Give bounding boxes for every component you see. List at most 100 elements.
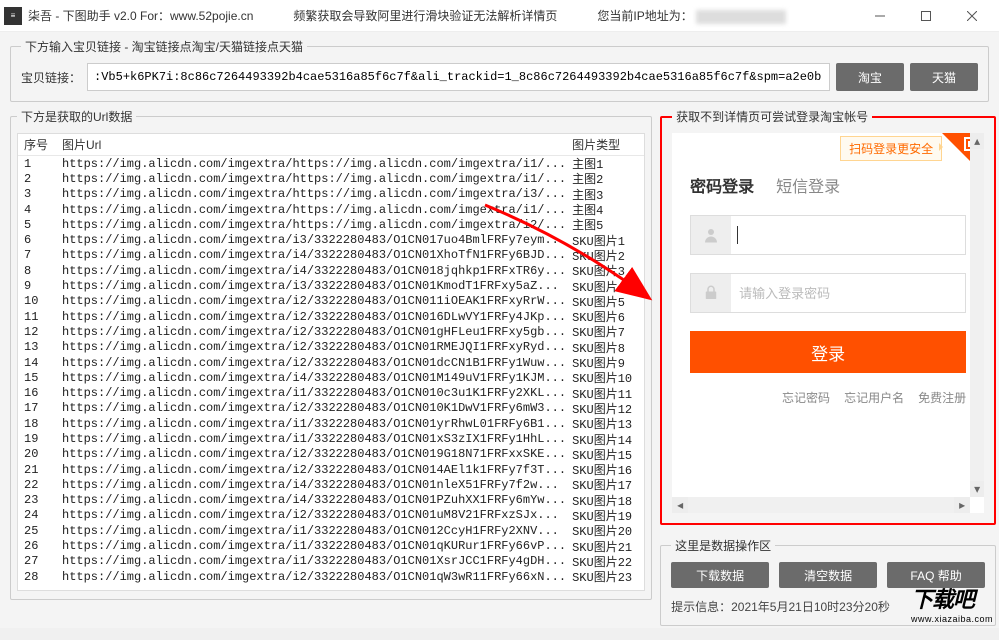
scroll-left-icon[interactable]: ◂	[672, 497, 688, 513]
table-row[interactable]: 16https://img.alicdn.com/imgextra/i1/332…	[18, 385, 644, 400]
table-row[interactable]: 22https://img.alicdn.com/imgextra/i4/332…	[18, 477, 644, 492]
minimize-button[interactable]	[857, 0, 903, 31]
cell-url: https://img.alicdn.com/imgextra/i4/33222…	[56, 493, 566, 507]
tmall-button[interactable]: 天猫	[910, 63, 978, 91]
cell-url: https://img.alicdn.com/imgextra/i2/33222…	[56, 463, 566, 477]
cell-idx: 4	[18, 203, 56, 217]
table-row[interactable]: 14https://img.alicdn.com/imgextra/i2/332…	[18, 355, 644, 370]
maximize-button[interactable]	[903, 0, 949, 31]
cell-url: https://img.alicdn.com/imgextra/i4/33222…	[56, 248, 566, 262]
cell-url: https://img.alicdn.com/imgextra/i2/33222…	[56, 340, 566, 354]
cell-idx: 28	[18, 570, 56, 584]
table-row[interactable]: 28https://img.alicdn.com/imgextra/i2/332…	[18, 569, 644, 584]
cell-idx: 26	[18, 539, 56, 553]
table-row[interactable]: 11https://img.alicdn.com/imgextra/i2/332…	[18, 309, 644, 324]
cell-url: https://img.alicdn.com/imgextra/i2/33222…	[56, 310, 566, 324]
qr-tip: 扫码登录更安全	[840, 136, 942, 161]
close-button[interactable]	[949, 0, 995, 31]
cell-idx: 3	[18, 187, 56, 201]
login-horizontal-scrollbar[interactable]: ◂ ▸	[672, 497, 970, 513]
table-body[interactable]: 1https://img.alicdn.com/imgextra/https:/…	[18, 156, 644, 590]
ip-label: 您当前IP地址为：	[597, 9, 692, 23]
table-row[interactable]: 20https://img.alicdn.com/imgextra/i2/332…	[18, 447, 644, 462]
table-row[interactable]: 21https://img.alicdn.com/imgextra/i2/332…	[18, 462, 644, 477]
cell-idx: 5	[18, 218, 56, 232]
cell-url: https://img.alicdn.com/imgextra/i3/33222…	[56, 279, 566, 293]
cell-idx: 10	[18, 294, 56, 308]
table-row[interactable]: 24https://img.alicdn.com/imgextra/i2/332…	[18, 508, 644, 523]
link-label: 宝贝链接：	[21, 69, 81, 86]
table-row[interactable]: 2https://img.alicdn.com/imgextra/https:/…	[18, 171, 644, 186]
cell-url: https://img.alicdn.com/imgextra/i3/33222…	[56, 233, 566, 247]
table-row[interactable]: 12https://img.alicdn.com/imgextra/i2/332…	[18, 324, 644, 339]
table-header: 序号 图片Url 图片类型	[18, 134, 644, 156]
username-input[interactable]	[738, 216, 965, 254]
table-row[interactable]: 4https://img.alicdn.com/imgextra/https:/…	[18, 202, 644, 217]
ip-value-blurred	[696, 10, 786, 24]
table-row[interactable]: 8https://img.alicdn.com/imgextra/i4/3322…	[18, 263, 644, 278]
hint-value: 2021年5月21日10时23分20秒	[731, 600, 890, 614]
minimize-icon	[875, 11, 885, 21]
watermark: 下载吧 www.xiazaiba.com	[911, 582, 993, 624]
qr-badge: 扫码登录更安全	[840, 133, 984, 175]
tab-password-login[interactable]: 密码登录	[690, 173, 754, 197]
app-icon: ≡	[4, 7, 22, 25]
link-input[interactable]	[87, 63, 830, 91]
cell-type: SKU图片23	[566, 568, 644, 585]
table-row[interactable]: 25https://img.alicdn.com/imgextra/i1/332…	[18, 523, 644, 538]
lock-icon	[691, 274, 731, 312]
ops-legend: 这里是数据操作区	[671, 537, 775, 554]
table-row[interactable]: 5https://img.alicdn.com/imgextra/https:/…	[18, 217, 644, 232]
table-row[interactable]: 27https://img.alicdn.com/imgextra/i1/332…	[18, 554, 644, 569]
table-row[interactable]: 15https://img.alicdn.com/imgextra/i4/332…	[18, 370, 644, 385]
watermark-url: www.xiazaiba.com	[911, 614, 993, 624]
col-header-idx[interactable]: 序号	[18, 136, 56, 153]
password-field[interactable]	[690, 273, 966, 313]
download-data-button[interactable]: 下载数据	[671, 562, 769, 588]
link-forgot-username[interactable]: 忘记用户名	[844, 389, 904, 406]
cell-url: https://img.alicdn.com/imgextra/https://…	[56, 157, 566, 171]
taobao-button[interactable]: 淘宝	[836, 63, 904, 91]
cell-url: https://img.alicdn.com/imgextra/https://…	[56, 172, 566, 186]
url-table: 序号 图片Url 图片类型 1https://img.alicdn.com/im…	[17, 133, 645, 591]
login-button[interactable]: 登录	[690, 331, 966, 373]
cell-idx: 7	[18, 248, 56, 262]
clear-data-button[interactable]: 清空数据	[779, 562, 877, 588]
table-row[interactable]: 6https://img.alicdn.com/imgextra/i3/3322…	[18, 232, 644, 247]
cell-url: https://img.alicdn.com/imgextra/i2/33222…	[56, 447, 566, 461]
titlebar-ip: 您当前IP地址为：	[597, 7, 786, 24]
col-header-type[interactable]: 图片类型	[566, 136, 644, 153]
table-row[interactable]: 10https://img.alicdn.com/imgextra/i2/332…	[18, 294, 644, 309]
scroll-right-icon[interactable]: ▸	[954, 497, 970, 513]
cell-idx: 20	[18, 447, 56, 461]
login-vertical-scrollbar[interactable]: ▴ ▾	[970, 133, 984, 497]
cell-idx: 21	[18, 463, 56, 477]
username-field[interactable]	[690, 215, 966, 255]
table-row[interactable]: 1https://img.alicdn.com/imgextra/https:/…	[18, 156, 644, 171]
tab-sms-login[interactable]: 短信登录	[776, 173, 840, 197]
password-input[interactable]	[731, 274, 965, 312]
table-row[interactable]: 9https://img.alicdn.com/imgextra/i3/3322…	[18, 278, 644, 293]
cell-idx: 23	[18, 493, 56, 507]
cell-url: https://img.alicdn.com/imgextra/https://…	[56, 187, 566, 201]
cell-idx: 25	[18, 524, 56, 538]
table-row[interactable]: 7https://img.alicdn.com/imgextra/i4/3322…	[18, 248, 644, 263]
col-header-url[interactable]: 图片Url	[56, 136, 566, 153]
link-forgot-password[interactable]: 忘记密码	[782, 389, 830, 406]
table-row[interactable]: 17https://img.alicdn.com/imgextra/i2/332…	[18, 401, 644, 416]
table-row[interactable]: 19https://img.alicdn.com/imgextra/i1/332…	[18, 431, 644, 446]
table-row[interactable]: 26https://img.alicdn.com/imgextra/i1/332…	[18, 538, 644, 553]
cell-url: https://img.alicdn.com/imgextra/i2/33222…	[56, 294, 566, 308]
scroll-up-icon[interactable]: ▴	[970, 133, 984, 149]
table-row[interactable]: 18https://img.alicdn.com/imgextra/i1/332…	[18, 416, 644, 431]
cell-idx: 17	[18, 401, 56, 415]
close-icon	[967, 11, 977, 21]
scroll-down-icon[interactable]: ▾	[970, 481, 984, 497]
login-embedded-page: 扫码登录更安全 密码登录	[672, 133, 984, 513]
link-register[interactable]: 免费注册	[918, 389, 966, 406]
table-row[interactable]: 13https://img.alicdn.com/imgextra/i2/332…	[18, 340, 644, 355]
cell-idx: 11	[18, 310, 56, 324]
cell-url: https://img.alicdn.com/imgextra/i2/33222…	[56, 508, 566, 522]
table-row[interactable]: 3https://img.alicdn.com/imgextra/https:/…	[18, 187, 644, 202]
table-row[interactable]: 23https://img.alicdn.com/imgextra/i4/332…	[18, 493, 644, 508]
